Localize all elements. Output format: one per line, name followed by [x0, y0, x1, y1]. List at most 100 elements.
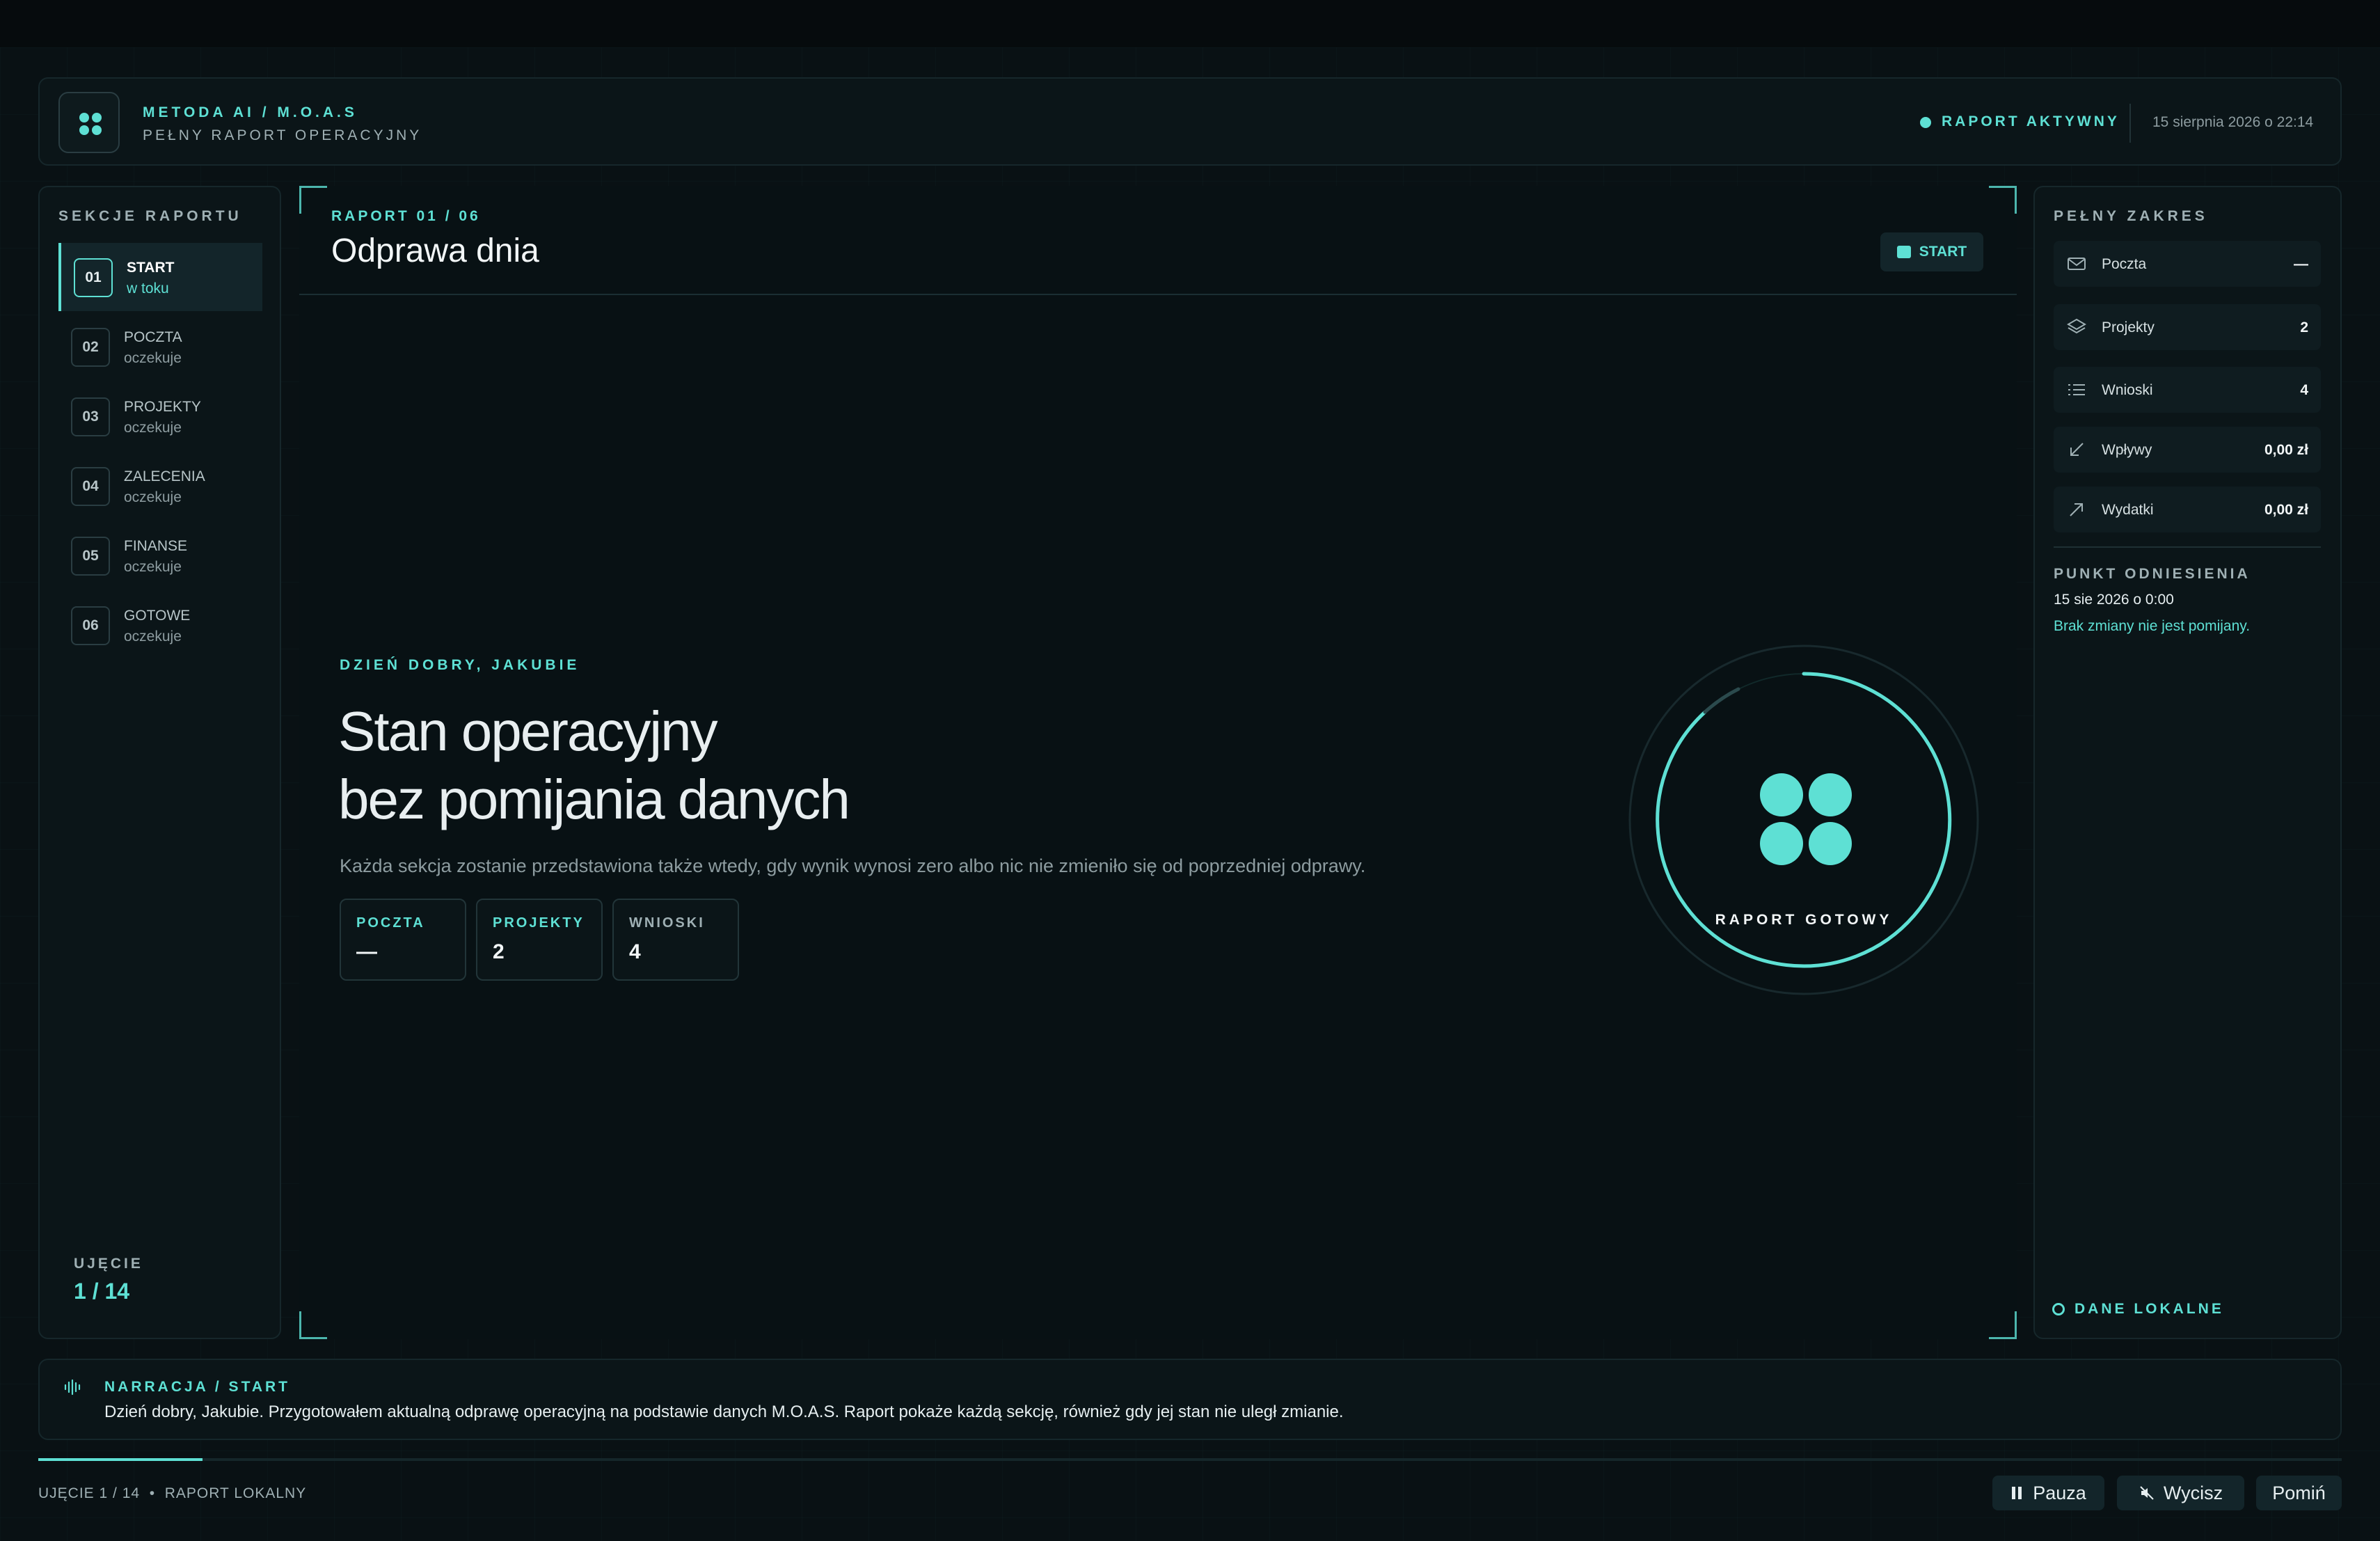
layers-icon	[2067, 318, 2086, 334]
narration-text: Dzień dobry, Jakubie. Przygotowałem aktu…	[104, 1402, 1344, 1421]
shot-counter: 1 / 14	[74, 1279, 130, 1304]
summary-card-value: 4	[629, 940, 641, 963]
scope-row-wydatki[interactable]: Wydatki 0,00 zł	[2054, 487, 2321, 532]
page-title: Odprawa dnia	[331, 232, 539, 269]
briefcase-icon	[1896, 246, 1911, 258]
pause-button[interactable]: Pauza	[1992, 1476, 2104, 1510]
sidebar: SEKCJE RAPORTU 01 START w toku 02 POCZTA…	[38, 186, 281, 1339]
summary-card-value: —	[356, 940, 377, 963]
step-name: START	[127, 260, 175, 276]
scope-row-value: 0,00 zł	[2264, 502, 2308, 518]
scope-row-name: Wydatki	[2102, 502, 2154, 518]
scope-row-name: Wnioski	[2102, 382, 2153, 398]
step-name: PROJEKTY	[124, 399, 201, 415]
arrow-up-right-icon	[2070, 503, 2083, 516]
summary-card-wnioski: WNIOSKI 4	[612, 899, 739, 981]
summary-card-key: PROJEKTY	[493, 915, 585, 931]
scope-row-name: Poczta	[2102, 256, 2147, 272]
step-name: FINANSE	[124, 538, 188, 554]
sidebar-item-poczta[interactable]: 02 POCZTA oczekuje	[58, 313, 262, 381]
app-emblem-icon	[1760, 773, 1852, 865]
sidebar-title: SEKCJE RAPORTU	[58, 208, 242, 224]
lead-text: Każda sekcja zostanie przedstawiona takż…	[340, 855, 1366, 876]
step-number: 06	[71, 606, 110, 645]
status-dot-icon	[1920, 117, 1931, 128]
brand-title: METODA AI / M.O.A.S	[143, 104, 358, 120]
sidebar-item-start[interactable]: 01 START w toku	[58, 243, 262, 311]
step-number: 02	[71, 328, 110, 367]
scope-row-value: 4	[2300, 382, 2308, 398]
app-header: METODA AI / M.O.A.S PEŁNY RAPORT OPERACY…	[38, 77, 2342, 166]
scope-row-wplywy[interactable]: Wpływy 0,00 zł	[2054, 427, 2321, 473]
scope-row-projekty[interactable]: Projekty 2	[2054, 304, 2321, 350]
greeting: DZIEŃ DOBRY, JAKUBIE	[340, 657, 580, 673]
pause-icon	[2012, 1487, 2022, 1499]
audio-wave-icon	[64, 1379, 81, 1396]
start-chip[interactable]: START	[1880, 232, 1983, 271]
header-divider	[2129, 104, 2131, 143]
summary-card-key: POCZTA	[356, 915, 425, 931]
narration-title: NARRACJA / START	[104, 1379, 290, 1395]
brand-subtitle: PEŁNY RAPORT OPERACYJNY	[143, 127, 422, 143]
summary-card-key: WNIOSKI	[629, 915, 705, 931]
scope-row-name: Projekty	[2102, 319, 2155, 335]
scope-row-value: —	[2294, 256, 2308, 272]
list-icon	[2068, 384, 2085, 395]
sidebar-item-finanse[interactable]: 05 FINANSE oczekuje	[58, 521, 262, 590]
main-stage: RAPORT 01 / 06 Odprawa dnia START DZIEŃ …	[299, 186, 2017, 1339]
report-kicker: RAPORT 01 / 06	[331, 208, 481, 224]
summary-card-value: 2	[493, 940, 505, 963]
mute-label: Wycisz	[2163, 1482, 2223, 1503]
step-name: GOTOWE	[124, 608, 191, 624]
scope-row-value: 0,00 zł	[2264, 442, 2308, 458]
scope-title: PEŁNY ZAKRES	[2054, 208, 2208, 224]
sidebar-item-projekty[interactable]: 03 PROJEKTY oczekuje	[58, 382, 262, 450]
step-state: oczekuje	[124, 629, 182, 645]
step-number: 01	[74, 258, 113, 297]
footer-info: UJĘCIE 1 / 14 • RAPORT LOKALNY	[38, 1485, 307, 1501]
main-divider	[299, 294, 2017, 295]
step-name: ZALECENIA	[124, 468, 205, 484]
frame-corner	[299, 1311, 327, 1339]
frame-corner	[1989, 186, 2017, 214]
sidebar-item-gotowe[interactable]: 06 GOTOWE oczekuje	[58, 591, 262, 659]
mute-button[interactable]: Wycisz	[2117, 1476, 2244, 1510]
step-state: w toku	[127, 280, 169, 297]
shield-icon	[2052, 1303, 2065, 1315]
scope-divider	[2054, 546, 2321, 548]
step-state: oczekuje	[124, 420, 182, 436]
local-data-label: DANE LOKALNE	[2074, 1301, 2224, 1317]
scope-row-value: 2	[2300, 319, 2308, 335]
step-state: oczekuje	[124, 350, 182, 366]
arrow-down-left-icon	[2070, 443, 2084, 456]
app-logo[interactable]	[58, 92, 120, 153]
step-state: oczekuje	[124, 489, 182, 505]
reference-date: 15 sie 2026 o 0:00	[2054, 592, 2174, 608]
mail-icon	[2068, 258, 2086, 270]
headline: Stan operacyjny bez pomijania danych	[338, 697, 850, 834]
sidebar-item-zalecenia[interactable]: 04 ZALECENIA oczekuje	[58, 452, 262, 520]
local-data-badge: DANE LOKALNE	[2052, 1301, 2224, 1318]
step-name: POCZTA	[124, 329, 182, 345]
skip-label: Pomiń	[2272, 1482, 2326, 1503]
step-number: 04	[71, 467, 110, 506]
reference-title: PUNKT ODNIESIENIA	[2054, 566, 2251, 582]
scope-row-wnioski[interactable]: Wnioski 4	[2054, 367, 2321, 413]
header-datetime: 15 sierpnia 2026 o 22:14	[2152, 114, 2314, 130]
summary-card-projekty: PROJEKTY 2	[476, 899, 603, 981]
frame-corner	[299, 186, 327, 214]
summary-card-poczta: POCZTA —	[340, 899, 466, 981]
step-number: 03	[71, 397, 110, 436]
scope-row-poczta[interactable]: Poczta —	[2054, 241, 2321, 287]
step-number: 05	[71, 537, 110, 576]
frame-corner	[1989, 1311, 2017, 1339]
scope-panel: PEŁNY ZAKRES Poczta — Projekty 2 Wnioski…	[2033, 186, 2342, 1339]
headline-line-2: bez pomijania danych	[338, 768, 850, 830]
progress-bar[interactable]	[38, 1458, 2342, 1461]
headline-line-1: Stan operacyjny	[338, 700, 718, 762]
logo-icon	[79, 113, 102, 135]
skip-button[interactable]: Pomiń	[2256, 1476, 2342, 1510]
mute-icon	[2140, 1486, 2154, 1500]
step-state: oczekuje	[124, 559, 182, 575]
shot-label: UJĘCIE	[74, 1256, 143, 1272]
